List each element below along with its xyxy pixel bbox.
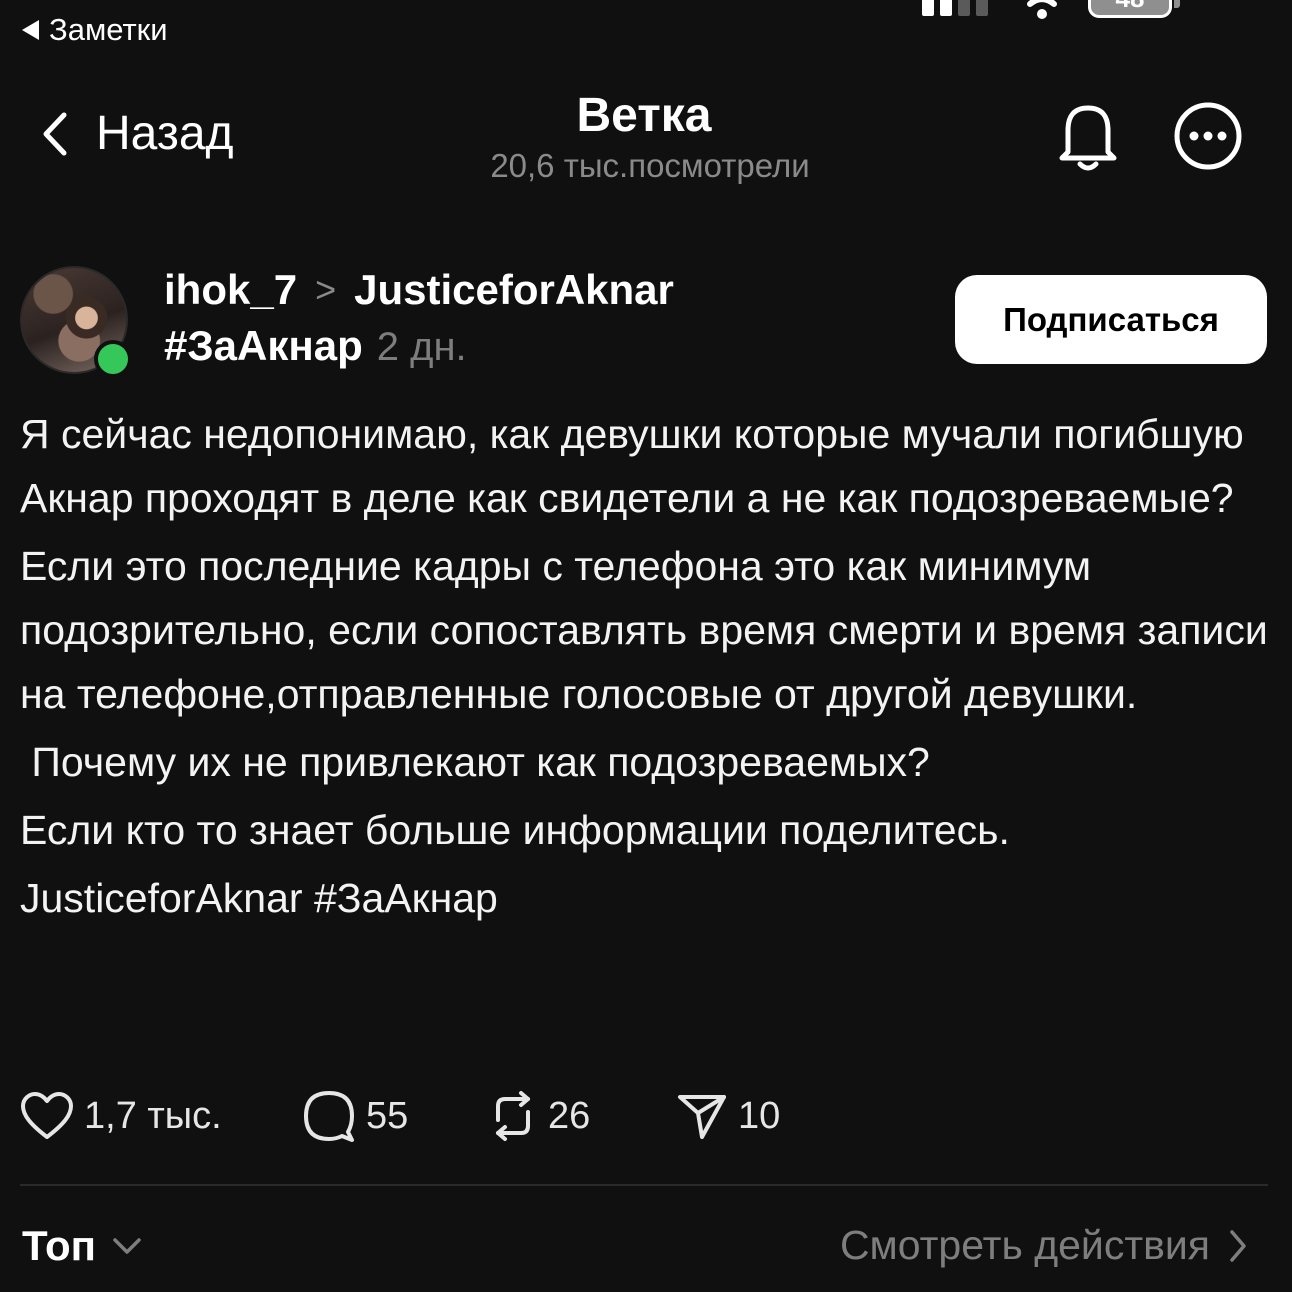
bell-icon[interactable] — [1052, 98, 1124, 174]
chevron-down-icon — [113, 1238, 141, 1254]
post-time: 2 дн. — [376, 325, 467, 369]
battery-icon: 48 — [1088, 0, 1172, 18]
back-to-app[interactable]: Заметки — [22, 12, 168, 48]
back-label: Назад — [96, 107, 234, 160]
activity-label: Смотреть действия — [839, 1222, 1210, 1268]
author-name[interactable]: ihok_7 — [164, 266, 297, 314]
back-button[interactable]: Назад — [40, 106, 234, 161]
page-title: Ветка — [576, 89, 712, 142]
more-icon[interactable] — [1172, 100, 1244, 172]
topic-tag[interactable]: #ЗаАкнар — [164, 322, 363, 370]
share-count: 10 — [738, 1094, 781, 1137]
community-name[interactable]: JusticeforAknar — [354, 266, 674, 314]
repost-count: 26 — [548, 1094, 591, 1137]
online-status-dot — [94, 340, 132, 378]
repost-button[interactable]: 26 — [488, 1086, 590, 1146]
repost-icon — [496, 1091, 530, 1141]
view-activity-link[interactable]: Смотреть действия — [840, 1222, 1248, 1269]
share-button[interactable]: 10 — [676, 1086, 780, 1146]
sort-label: Топ — [22, 1222, 97, 1269]
sort-dropdown[interactable]: Топ — [22, 1222, 142, 1270]
follow-button[interactable]: Подписаться — [955, 275, 1267, 364]
post-hashtags[interactable]: JusticeforAknar #ЗаАкнар — [20, 866, 1272, 930]
wifi-icon — [1027, 0, 1057, 19]
like-count: 1,7 тыс. — [84, 1094, 222, 1137]
author-line: ihok_7 > JusticeforAknar — [164, 266, 674, 314]
signal-icon — [922, 0, 988, 16]
back-triangle-icon — [22, 20, 39, 40]
post-paragraph: Я сейчас недопонимаю, как девушки которы… — [20, 411, 1256, 521]
reply-count: 55 — [366, 1094, 409, 1137]
post-paragraph: Если кто то знает больше информации поде… — [20, 807, 1010, 853]
views-count: 20,6 тыс.посмотрели — [490, 147, 810, 184]
send-icon — [678, 1095, 726, 1139]
like-button[interactable]: 1,7 тыс. — [20, 1086, 222, 1146]
comment-icon — [304, 1091, 354, 1142]
heart-icon — [21, 1092, 73, 1139]
post-paragraph: Если это последние кадры с телефона это … — [20, 543, 1280, 717]
reply-button[interactable]: 55 — [302, 1086, 408, 1146]
chevron-right-icon — [1230, 1229, 1246, 1262]
chevron-right-small-icon: > — [315, 269, 337, 310]
chevron-left-icon — [43, 112, 67, 155]
post-paragraph: Почему их не привлекают как подозреваемы… — [20, 739, 930, 785]
tag-line: #ЗаАкнар 2 дн. — [164, 322, 467, 370]
post-body: Я сейчас недопонимаю, как девушки которы… — [20, 402, 1272, 930]
back-app-label: Заметки — [49, 12, 168, 47]
divider — [20, 1184, 1268, 1186]
battery-tip — [1174, 0, 1180, 8]
battery-level: 48 — [1091, 0, 1169, 11]
